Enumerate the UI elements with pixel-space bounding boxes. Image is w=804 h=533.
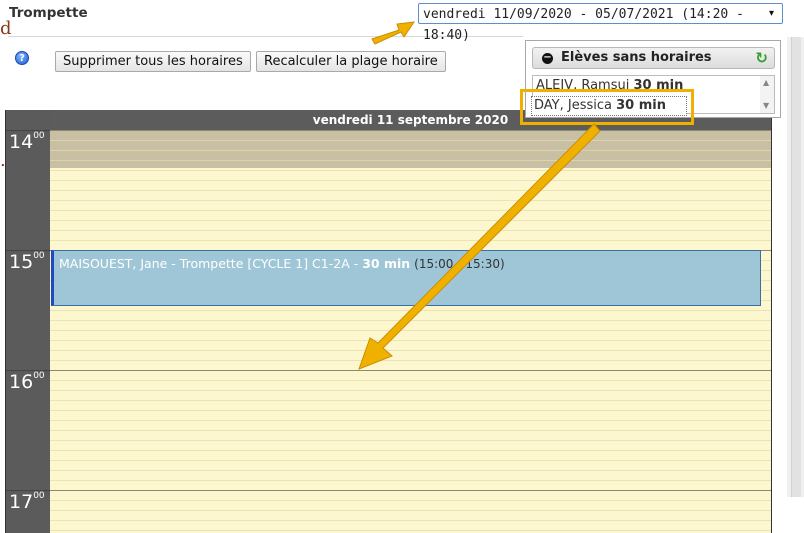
scroll-up-icon[interactable]: ▲ — [763, 78, 769, 87]
scroll-down-icon[interactable]: ▼ — [763, 101, 769, 110]
grid-lines — [50, 130, 771, 531]
page-scrollbar[interactable] — [787, 37, 804, 497]
hour-label-16: 1600 — [6, 370, 50, 393]
hour-label-14: 1400 — [6, 130, 50, 153]
period-select-value: vendredi 11/09/2020 - 05/07/2021 (14:20 … — [423, 7, 744, 43]
refresh-icon[interactable]: ↻ — [755, 49, 768, 67]
period-select[interactable]: vendredi 11/09/2020 - 05/07/2021 (14:20 … — [418, 3, 783, 43]
page-title: Trompette — [9, 5, 88, 21]
event-duration: 30 min — [362, 256, 411, 271]
recalculate-range-button[interactable]: Recalculer la plage horaire — [256, 51, 446, 72]
collapse-icon[interactable]: − — [542, 53, 553, 64]
student-item-dragged[interactable]: DAY, Jessica 30 min — [531, 96, 687, 116]
time-gutter: 1400 1500 1600 1700 — [6, 110, 50, 533]
delete-all-schedules-button[interactable]: Supprimer tous les horaires — [55, 51, 251, 72]
hour-label-17: 1700 — [6, 490, 50, 513]
chevron-down-icon: ▾ — [769, 8, 775, 19]
hour-label-15: 1500 — [6, 250, 50, 273]
time-grid[interactable] — [50, 130, 771, 533]
lesson-event[interactable]: MAISOUEST, Jane - Trompette [CYCLE 1] C1… — [51, 250, 761, 306]
help-icon[interactable]: ? — [15, 51, 29, 65]
event-time-range: (15:00 - 15:30) — [414, 257, 505, 271]
arrow-to-select — [371, 21, 416, 45]
day-calendar: 1400 1500 1600 1700 vendredi 11 septembr… — [5, 110, 772, 533]
scrollbar-thumb[interactable] — [791, 37, 801, 497]
students-panel-header[interactable]: − Elèves sans horaires ↻ — [532, 47, 775, 69]
event-title: MAISOUEST, Jane - Trompette [CYCLE 1] C1… — [59, 256, 363, 271]
students-panel-title: Elèves sans horaires — [561, 50, 712, 65]
students-list-scrollbar[interactable]: ▲ ▼ — [760, 76, 774, 113]
